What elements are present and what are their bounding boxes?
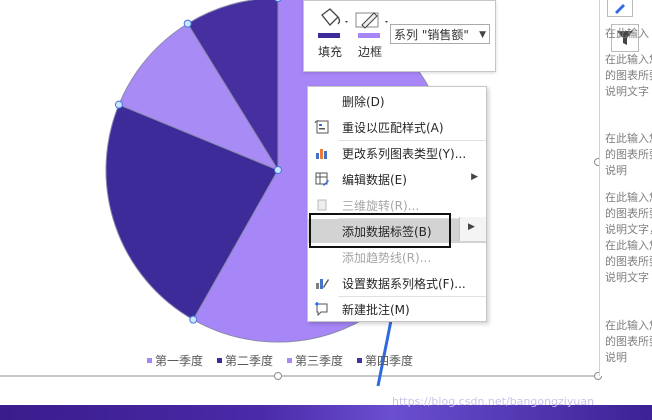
menu-item-delete[interactable]: 删除(D) <box>308 89 486 113</box>
legend-item[interactable]: 第四季度 <box>357 352 413 369</box>
menu-item-label: 设置数据系列格式(F)... <box>342 277 466 291</box>
panel-divider <box>599 0 600 376</box>
legend-label: 第四季度 <box>365 354 414 368</box>
add-data-labels-submenu-button[interactable]: ▶ <box>459 217 486 241</box>
legend-label: 第二季度 <box>225 354 274 368</box>
menu-item-label: 添加趋势线(R)... <box>342 251 432 265</box>
slice-selection-handle[interactable] <box>274 166 282 174</box>
slice-selection-handle[interactable] <box>114 100 123 109</box>
slice-selection-handle[interactable] <box>183 19 192 28</box>
highlight-box <box>309 213 451 248</box>
menu-item-new-comment[interactable]: 新建批注(M) <box>308 297 486 321</box>
chart-frame-handle-bottom-mid[interactable] <box>274 372 282 380</box>
menu-item-edit-data[interactable]: 编辑数据(E) ▶ <box>308 167 486 191</box>
legend-swatch <box>357 358 363 363</box>
legend-item[interactable]: 第一季度 <box>147 352 203 369</box>
slice-selection-handle[interactable] <box>189 315 198 324</box>
legend-swatch <box>147 358 152 363</box>
menu-item-add-trendline: 添加趋势线(R)... <box>308 245 486 269</box>
chevron-down-icon: ▼ <box>479 30 486 40</box>
border-button[interactable]: 边框 <box>352 7 388 59</box>
panel-text: 在此输入您的图表所要说明 <box>605 319 652 364</box>
submenu-arrow-icon: ▶ <box>468 222 475 232</box>
fill-color-bar <box>318 33 340 38</box>
panel-text: 在此输入您的图表所要说明文字，在此输入您的图表所要说明文字 <box>605 191 652 284</box>
legend-item[interactable]: 第二季度 <box>217 352 273 369</box>
chart-legend[interactable]: 第一季度 第二季度 第三季度 第四季度 <box>147 352 413 369</box>
right-text-panel: 在此输入 在此输入您的图表所要说明文字 在此输入您的图表所要说明 在此输入您的图… <box>599 0 652 376</box>
menu-item-label: 更改系列图表类型(Y)... <box>342 147 467 161</box>
legend-swatch <box>217 358 223 363</box>
panel-text: 在此输入您的图表所要说明文字 <box>605 53 652 98</box>
menu-item-label: 删除(D) <box>342 95 385 109</box>
chart-type-icon <box>316 149 327 159</box>
border-label: 边框 <box>357 45 382 59</box>
menu-item-change-chart-type[interactable]: 更改系列图表类型(Y)... <box>308 141 486 165</box>
series-selector[interactable]: 系列 "销售额" ▼ <box>390 24 490 44</box>
menu-item-label: 三维旋转(R)... <box>342 199 420 213</box>
reset-style-icon <box>314 120 329 134</box>
legend-label: 第一季度 <box>155 354 204 368</box>
fill-label: 填充 <box>317 45 342 59</box>
menu-item-label: 新建批注(M) <box>342 303 410 317</box>
legend-label: 第三季度 <box>295 354 344 368</box>
legend-item[interactable]: 第三季度 <box>287 352 343 369</box>
menu-item-reset-style[interactable]: 重设以匹配样式(A) <box>308 115 486 139</box>
watermark-text: https://blog.csdn.net/bangongziyuan <box>392 395 595 408</box>
submenu-arrow-icon: ▶ <box>471 172 478 182</box>
border-color-bar <box>358 33 380 38</box>
menu-item-label: 重设以匹配样式(A) <box>342 121 444 135</box>
edit-data-icon <box>315 172 329 186</box>
context-menu: 删除(D) 重设以匹配样式(A) 更改系列图表类型(Y)... 编辑数据(E) … <box>307 86 487 322</box>
fill-button[interactable]: 填充 <box>312 7 348 59</box>
new-comment-icon <box>315 302 328 317</box>
menu-item-label: 编辑数据(E) <box>342 173 407 187</box>
panel-text: 在此输入您的图表所要说明 <box>605 132 652 177</box>
format-series-icon <box>316 279 329 289</box>
pen-tool-icon[interactable] <box>607 0 633 17</box>
legend-swatch <box>287 358 293 363</box>
panel-text: 在此输入 <box>605 27 649 40</box>
format-mini-toolbar: 填充 边框 系列 "销售额" ▼ <box>303 0 496 72</box>
series-selector-value: 系列 "销售额" <box>394 28 469 42</box>
3d-rotation-icon <box>317 199 327 211</box>
menu-item-format-series[interactable]: 设置数据系列格式(F)... <box>308 271 486 295</box>
